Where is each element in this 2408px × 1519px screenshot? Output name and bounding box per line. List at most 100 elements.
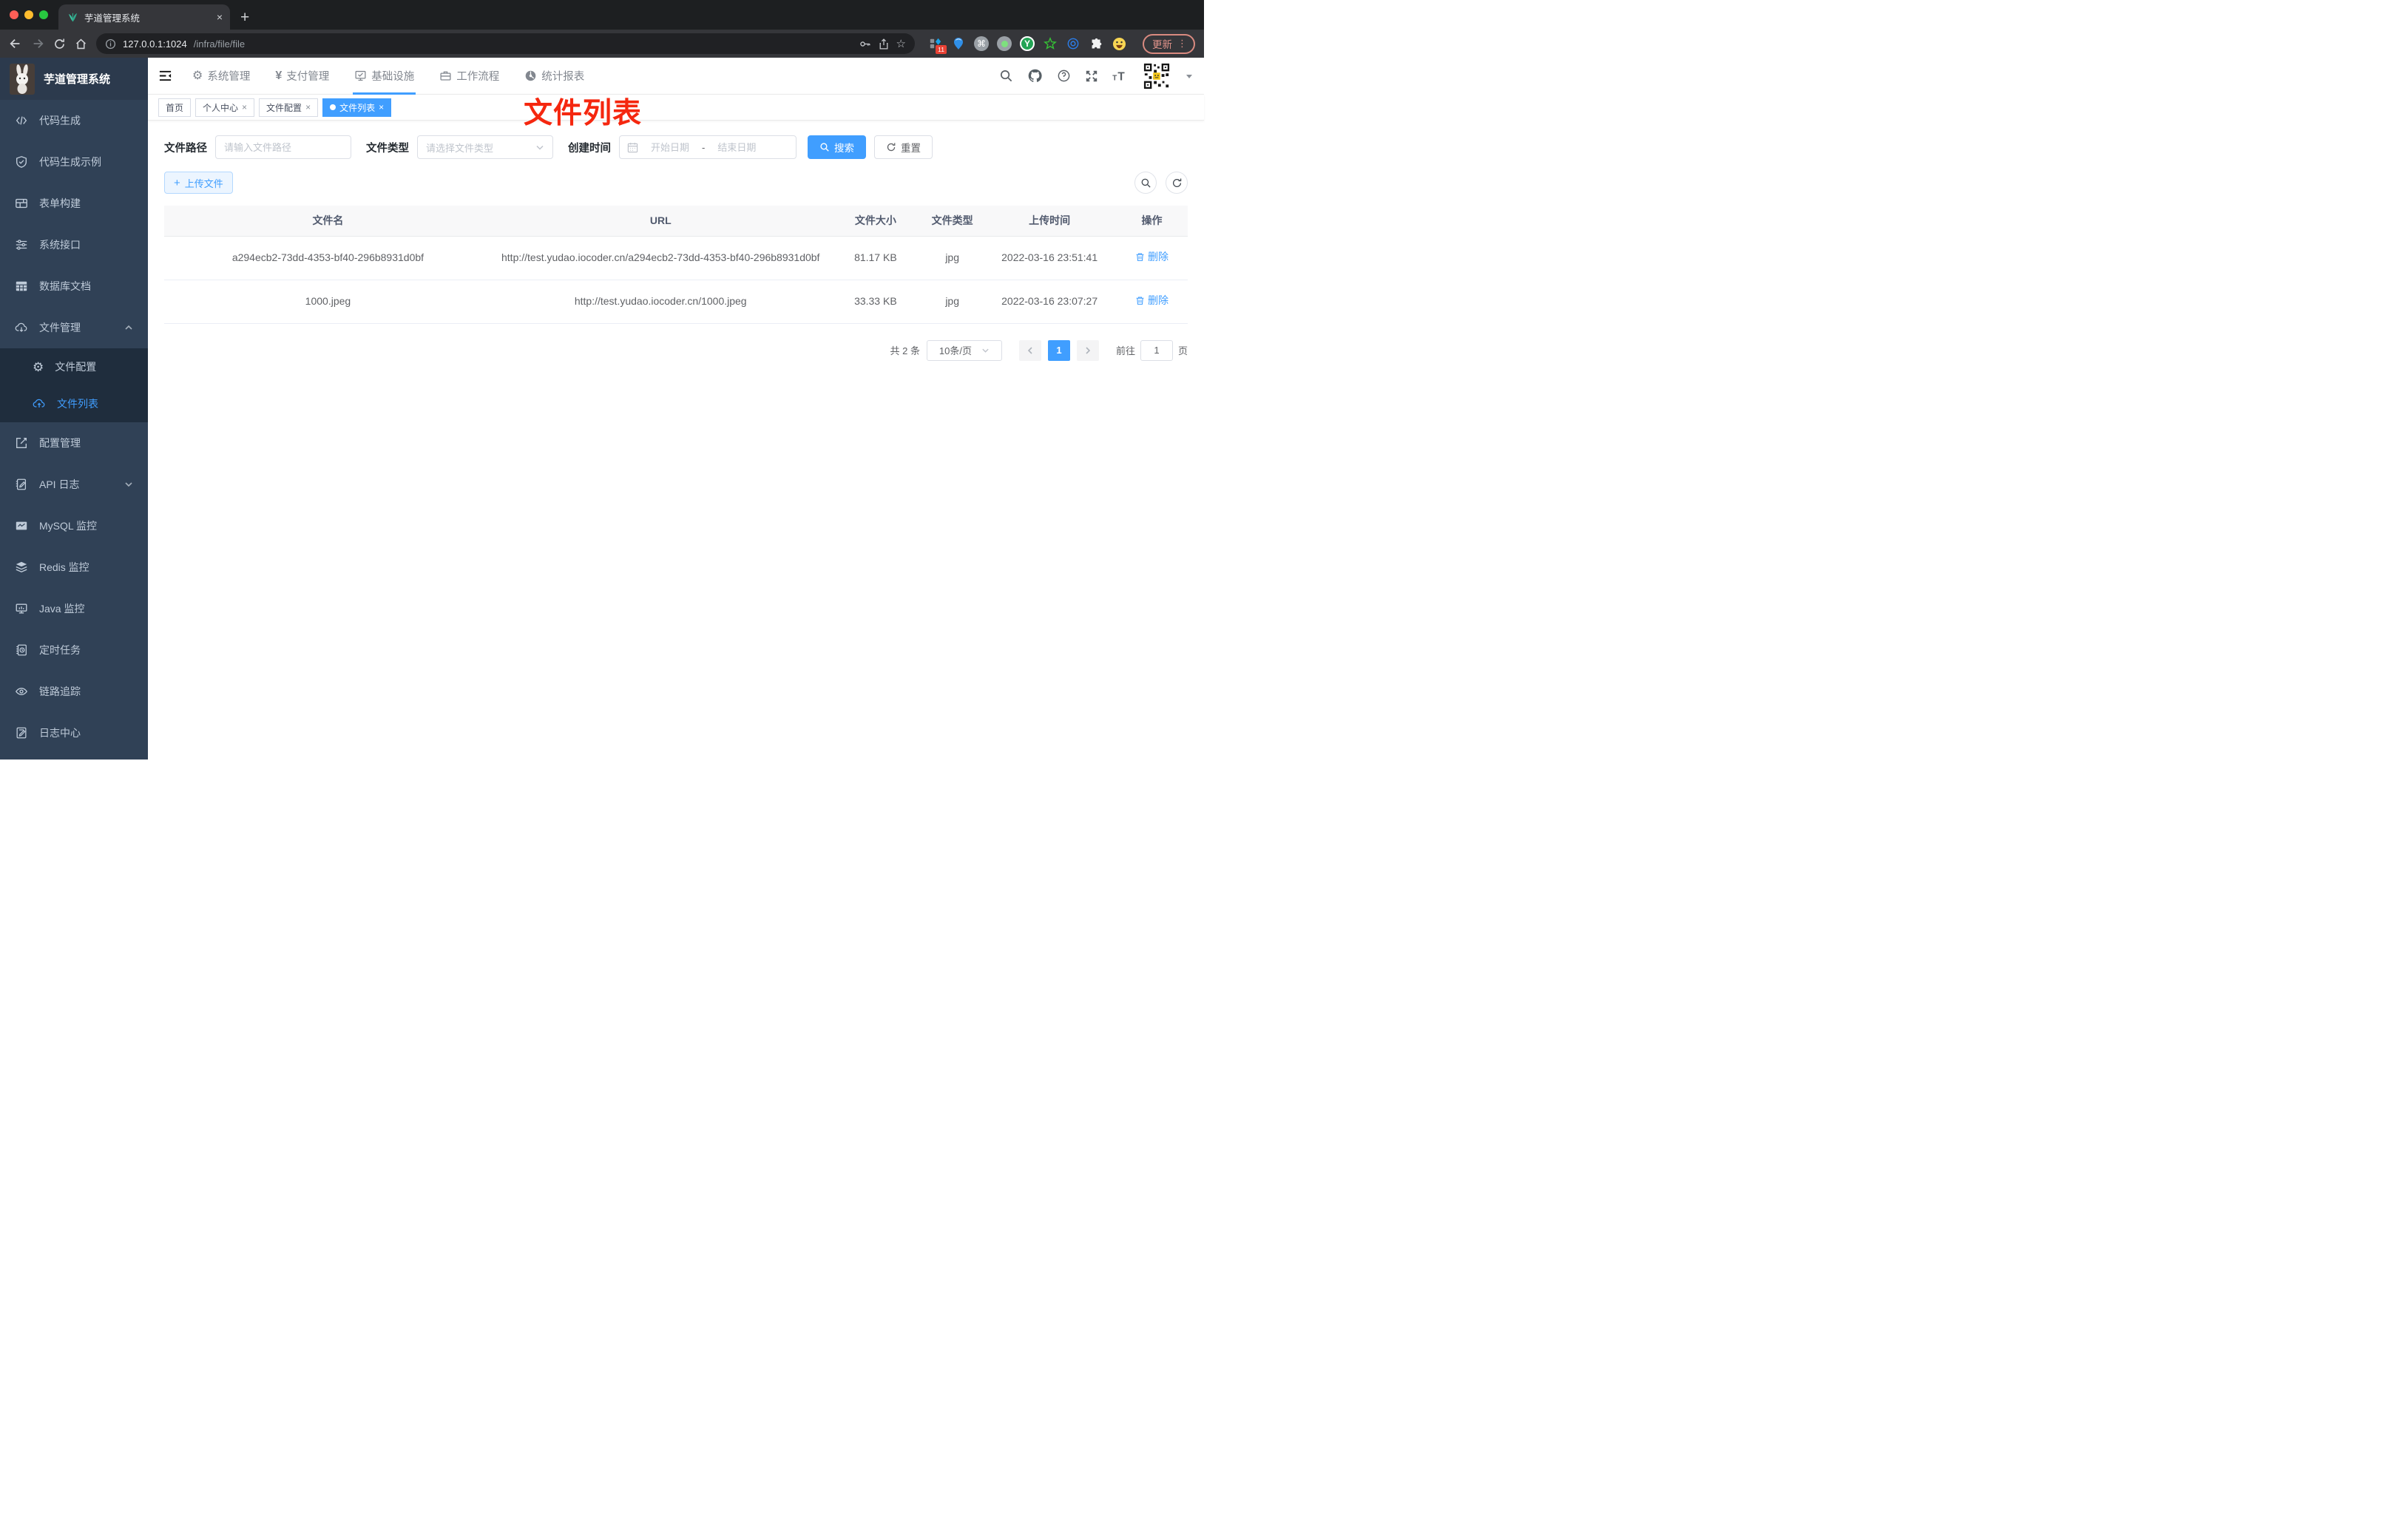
top-nav-payment[interactable]: ¥ 支付管理 xyxy=(274,58,331,95)
sidebar-item-file-config[interactable]: ⚙ 文件配置 xyxy=(0,348,148,385)
extension-puzzle-icon[interactable] xyxy=(1089,36,1103,51)
avatar-qr-code[interactable] xyxy=(1143,61,1171,90)
share-icon[interactable] xyxy=(878,38,890,50)
log-pencil-icon xyxy=(16,727,27,739)
file-path-input[interactable] xyxy=(215,135,351,159)
extension-command-icon[interactable]: ⌘ xyxy=(974,36,989,51)
browser-tab-strip: 芋道管理系统 × + xyxy=(0,0,1204,30)
java-monitor-icon xyxy=(16,603,27,614)
sidebar-item-code-demo[interactable]: 代码生成示例 xyxy=(0,141,148,183)
window-zoom-button[interactable] xyxy=(39,10,48,19)
date-range-picker[interactable]: - xyxy=(619,135,797,159)
caret-down-icon[interactable] xyxy=(1185,72,1194,81)
top-nav-reports[interactable]: 统计报表 xyxy=(523,58,586,95)
top-nav-system[interactable]: ⚙ 系统管理 xyxy=(191,58,251,95)
tag-close-icon[interactable]: × xyxy=(305,102,311,112)
new-tab-button[interactable]: + xyxy=(240,10,249,25)
sidebar-item-tracing[interactable]: 链路追踪 xyxy=(0,671,148,712)
search-icon[interactable] xyxy=(999,69,1013,83)
menu-fold-icon[interactable] xyxy=(158,69,172,83)
sidebar-item-api-log[interactable]: API 日志 xyxy=(0,464,148,505)
help-icon[interactable] xyxy=(1057,69,1071,83)
tag-close-icon[interactable]: × xyxy=(379,102,384,112)
trash-icon xyxy=(1136,297,1144,305)
tag-file-config[interactable]: 文件配置 × xyxy=(259,98,319,117)
window-close-button[interactable] xyxy=(10,10,18,19)
table-header-row: 文件名 URL 文件大小 文件类型 上传时间 操作 xyxy=(164,206,1188,237)
bookmark-star-icon[interactable]: ☆ xyxy=(896,38,906,50)
extension-y-icon[interactable]: Y xyxy=(1020,36,1035,51)
date-start-input[interactable] xyxy=(643,141,697,153)
reset-button[interactable]: 重置 xyxy=(874,135,933,159)
refresh-table-button[interactable] xyxy=(1166,172,1188,194)
chevron-down-icon xyxy=(536,145,544,150)
toggle-search-button[interactable] xyxy=(1134,172,1157,194)
gear-icon: ⚙ xyxy=(33,359,44,374)
extension-grid-icon[interactable]: 11 xyxy=(928,36,947,54)
cell-upload-time: 2022-03-16 23:07:27 xyxy=(983,280,1117,324)
sidebar-item-code-generation[interactable]: 代码生成 xyxy=(0,100,148,141)
filter-form: 文件路径 文件类型 请选择文件类型 创建时间 - 搜索 xyxy=(164,135,1188,159)
sidebar-item-file-list[interactable]: 文件列表 xyxy=(0,385,148,422)
sidebar-item-system-api[interactable]: 系统接口 xyxy=(0,224,148,265)
pagination-total: 共 2 条 xyxy=(890,345,920,357)
extension-emoji-icon[interactable] xyxy=(1112,36,1126,51)
forward-icon[interactable] xyxy=(31,37,44,50)
header-actions: TT xyxy=(999,61,1194,90)
sidebar-item-scheduled-tasks[interactable]: 定时任务 xyxy=(0,629,148,671)
file-type-select[interactable]: 请选择文件类型 xyxy=(417,135,553,159)
browser-update-menu[interactable]: 更新 ⋮ xyxy=(1143,33,1195,54)
cell-type: jpg xyxy=(921,280,984,324)
back-icon[interactable] xyxy=(9,37,22,50)
next-page-button[interactable] xyxy=(1076,339,1099,361)
table-toolbar: + 上传文件 xyxy=(164,172,1188,194)
sidebar-item-db-doc[interactable]: 数据库文档 xyxy=(0,265,148,307)
tag-profile[interactable]: 个人中心 × xyxy=(195,98,255,117)
cloud-download-icon xyxy=(15,322,27,332)
tab-close-icon[interactable]: × xyxy=(217,11,223,23)
tag-home[interactable]: 首页 xyxy=(158,98,192,117)
calendar-icon xyxy=(627,142,638,152)
window-minimize-button[interactable] xyxy=(24,10,33,19)
prev-page-button[interactable] xyxy=(1018,339,1041,361)
page-number-current[interactable]: 1 xyxy=(1047,339,1070,361)
search-button[interactable]: 搜索 xyxy=(808,135,866,159)
upload-file-button[interactable]: + 上传文件 xyxy=(164,172,233,194)
home-icon[interactable] xyxy=(75,38,87,50)
dashboard-icon xyxy=(525,70,536,81)
reload-icon[interactable] xyxy=(53,38,66,50)
text-size-icon[interactable]: TT xyxy=(1112,70,1129,83)
password-key-icon[interactable] xyxy=(859,38,871,50)
sidebar-item-config-management[interactable]: 配置管理 xyxy=(0,422,148,464)
browser-tab[interactable]: 芋道管理系统 × xyxy=(58,4,230,30)
sidebar-item-redis-monitor[interactable]: Redis 监控 xyxy=(0,547,148,588)
delete-button[interactable]: 删除 xyxy=(1135,293,1169,309)
top-nav-workflow[interactable]: 工作流程 xyxy=(438,58,501,95)
extension-star-icon[interactable] xyxy=(1043,36,1058,51)
sidebar-group-file-management[interactable]: 文件管理 xyxy=(0,307,148,348)
tag-close-icon[interactable]: × xyxy=(242,102,247,112)
site-info-icon[interactable] xyxy=(105,38,116,50)
extension-eye-icon[interactable] xyxy=(1066,36,1080,51)
page-size-select[interactable]: 10条/页 xyxy=(926,339,1002,361)
cloud-upload-icon xyxy=(33,399,45,407)
extension-balloon-icon[interactable] xyxy=(951,36,966,51)
delete-button[interactable]: 删除 xyxy=(1135,249,1169,265)
tag-file-list-active[interactable]: 文件列表 × xyxy=(322,98,392,117)
table-row: 1000.jpeg http://test.yudao.iocoder.cn/1… xyxy=(164,280,1188,324)
page-unit-label: 页 xyxy=(1177,345,1188,357)
github-icon[interactable] xyxy=(1027,68,1043,84)
fullscreen-icon[interactable] xyxy=(1085,70,1098,83)
chevron-down-icon xyxy=(982,348,989,353)
top-nav-infrastructure[interactable]: 基础设施 xyxy=(353,58,416,95)
goto-page-input[interactable] xyxy=(1140,339,1173,361)
sidebar-item-mysql-monitor[interactable]: MySQL 监控 xyxy=(0,505,148,547)
sidebar-item-log-center[interactable]: 日志中心 xyxy=(0,712,148,754)
sidebar-item-java-monitor[interactable]: Java 监控 xyxy=(0,588,148,629)
date-end-input[interactable] xyxy=(709,141,765,153)
address-bar[interactable]: 127.0.0.1:1024/infra/file/file ☆ xyxy=(96,33,915,54)
sidebar-item-form-builder[interactable]: 表单构建 xyxy=(0,183,148,224)
extensions-cluster: 11 ⌘ Y xyxy=(928,36,1126,54)
goto-label: 前往 xyxy=(1115,345,1135,357)
extension-record-icon[interactable] xyxy=(997,36,1012,51)
